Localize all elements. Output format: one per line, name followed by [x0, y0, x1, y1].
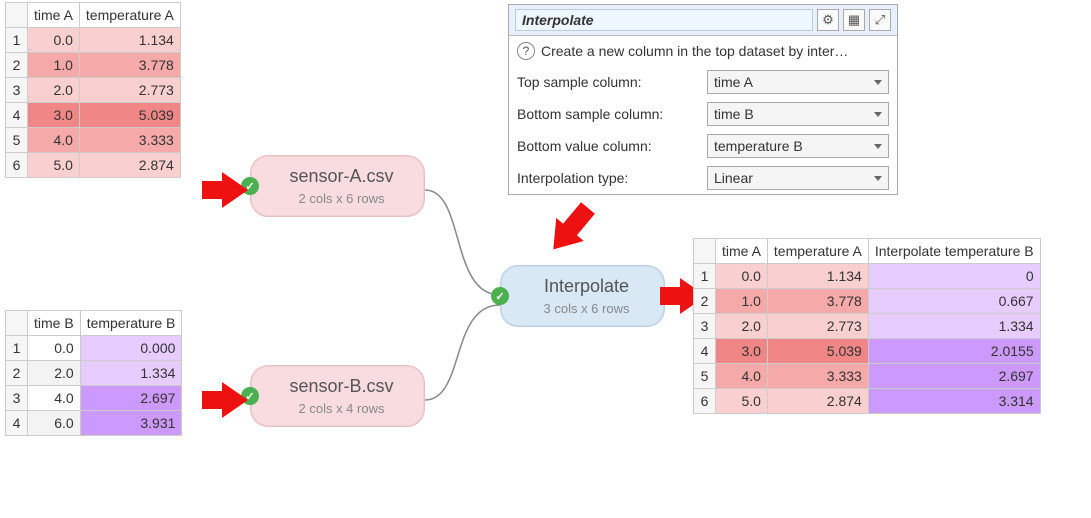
table-output: time A temperature A Interpolate tempera… [693, 238, 1041, 414]
col-header: temperature B [80, 311, 182, 336]
node-sensor-b[interactable]: ✓ sensor-B.csv 2 cols x 4 rows [250, 365, 425, 427]
table-sensor-b: time B temperature B 10.00.000 22.01.334… [5, 310, 182, 436]
col-header: temperature A [767, 239, 868, 264]
corner [6, 311, 28, 336]
node-subtitle: 2 cols x 6 rows [281, 191, 402, 206]
corner [6, 3, 28, 28]
help-icon[interactable]: ? [517, 42, 535, 60]
col-header: time B [28, 311, 81, 336]
grid-icon[interactable]: ▦ [843, 9, 865, 31]
table-sensor-a: time A temperature A 10.01.134 21.03.778… [5, 2, 181, 178]
node-subtitle: 3 cols x 6 rows [531, 301, 642, 316]
corner [694, 239, 716, 264]
node-sensor-a[interactable]: ✓ sensor-A.csv 2 cols x 6 rows [250, 155, 425, 217]
field-label: Interpolation type: [517, 170, 707, 186]
bottom-value-combo[interactable]: temperature B [707, 134, 889, 158]
status-ok-icon: ✓ [491, 287, 509, 305]
col-header: temperature A [79, 3, 180, 28]
node-title: Interpolate [531, 276, 642, 297]
col-header: time A [716, 239, 768, 264]
node-interpolate[interactable]: ✓ Interpolate 3 cols x 6 rows > [500, 265, 665, 327]
gear-icon[interactable]: ⚙ [817, 9, 839, 31]
top-sample-combo[interactable]: time A [707, 70, 889, 94]
bottom-sample-combo[interactable]: time B [707, 102, 889, 126]
col-header: time A [28, 3, 80, 28]
node-title: sensor-A.csv [281, 166, 402, 187]
node-subtitle: 2 cols x 4 rows [281, 401, 402, 416]
expand-icon[interactable]: ⤢ [869, 9, 891, 31]
panel-description: Create a new column in the top dataset b… [541, 43, 848, 59]
properties-panel: Interpolate ⚙ ▦ ⤢ ? Create a new column … [508, 4, 898, 195]
interpolation-type-combo[interactable]: Linear [707, 166, 889, 190]
field-label: Top sample column: [517, 74, 707, 90]
panel-title: Interpolate [515, 9, 813, 31]
field-label: Bottom value column: [517, 138, 707, 154]
node-title: sensor-B.csv [281, 376, 402, 397]
field-label: Bottom sample column: [517, 106, 707, 122]
col-header: Interpolate temperature B [868, 239, 1040, 264]
